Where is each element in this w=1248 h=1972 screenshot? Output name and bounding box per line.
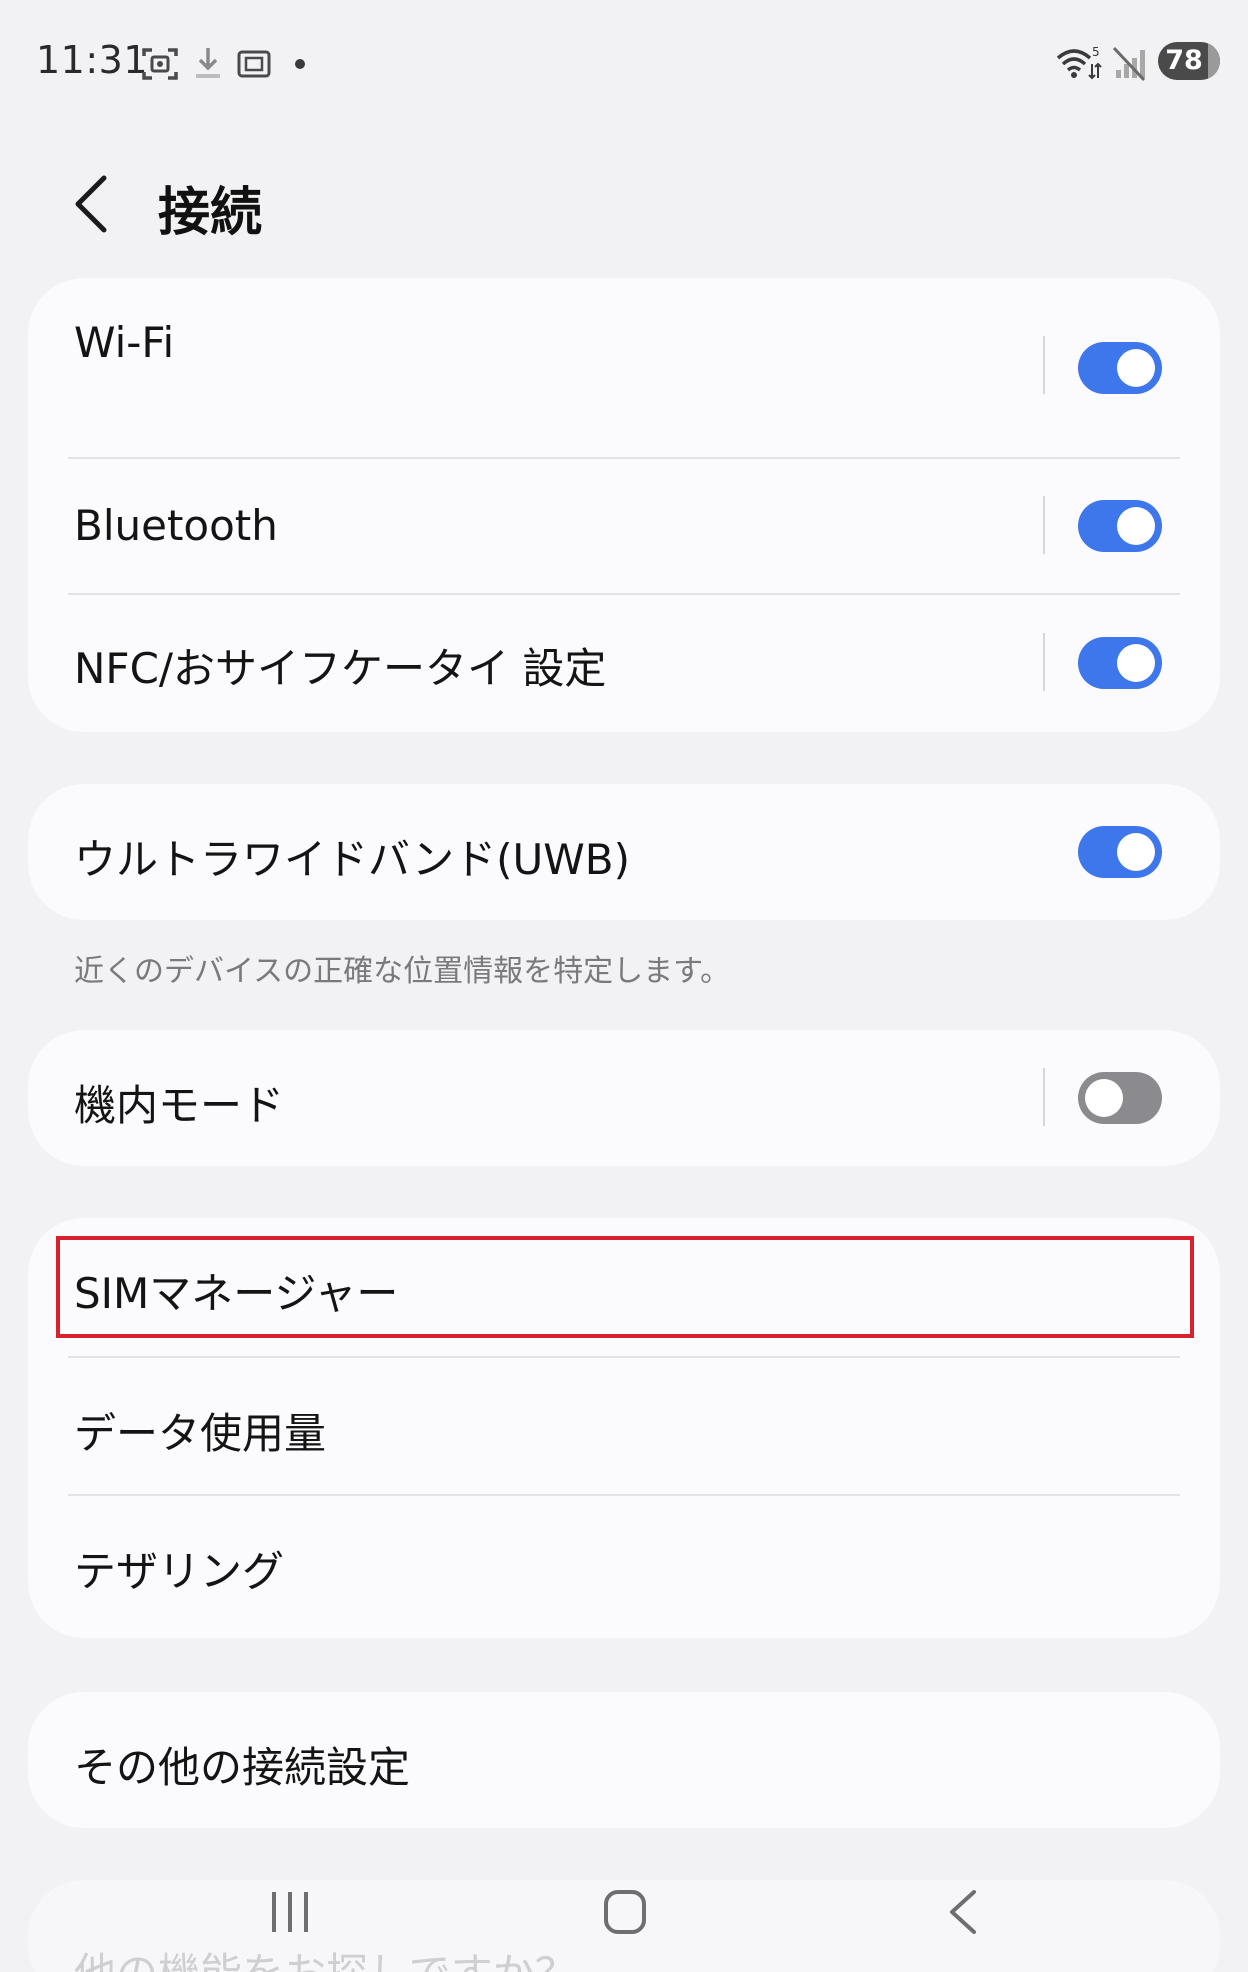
nfc-label: NFC/おサイフケータイ 設定	[74, 644, 607, 693]
data-usage-row[interactable]: データ使用量	[28, 1358, 1220, 1494]
airplane-card: 機内モード	[28, 1030, 1220, 1166]
tethering-row[interactable]: テザリング	[28, 1496, 1220, 1638]
uwb-description: 近くのデバイスの正確な位置情報を特定します。	[74, 954, 731, 989]
navigation-bar	[0, 1858, 1248, 1972]
airplane-label: 機内モード	[74, 1081, 285, 1130]
chevron-left-icon[interactable]	[60, 168, 120, 240]
nfc-row[interactable]: NFC/おサイフケータイ 設定	[28, 595, 1220, 732]
divider-vertical	[1043, 496, 1045, 554]
screen-recorder-icon	[237, 50, 271, 78]
svg-text:5: 5	[1092, 45, 1100, 59]
nfc-toggle[interactable]	[1078, 637, 1162, 689]
tethering-label: テザリング	[74, 1547, 285, 1596]
divider-vertical	[1043, 336, 1045, 394]
status-bar: 11:31 5 78	[0, 0, 1248, 120]
back-icon[interactable]	[902, 1858, 1022, 1972]
bluetooth-toggle[interactable]	[1078, 500, 1162, 552]
bluetooth-label: Bluetooth	[74, 501, 278, 550]
more-settings-label: その他の接続設定	[74, 1743, 411, 1792]
no-signal-icon	[1112, 46, 1146, 82]
battery-icon: 78	[1158, 42, 1220, 80]
wifi-icon: 5	[1056, 45, 1102, 80]
sim-manager-label: SIMマネージャー	[74, 1269, 399, 1318]
home-icon[interactable]	[565, 1858, 685, 1972]
uwb-row[interactable]: ウルトラワイドバンド(UWB)	[28, 784, 1220, 920]
sim-manager-row[interactable]: SIMマネージャー	[28, 1218, 1220, 1356]
more-card: その他の接続設定	[28, 1692, 1220, 1828]
divider-vertical	[1043, 633, 1045, 691]
airplane-toggle[interactable]	[1078, 1072, 1162, 1124]
airplane-row[interactable]: 機内モード	[28, 1030, 1220, 1166]
header: 接続	[0, 160, 1248, 250]
divider-vertical	[1043, 1068, 1045, 1126]
download-icon	[196, 48, 220, 78]
uwb-card: ウルトラワイドバンド(UWB)	[28, 784, 1220, 920]
data-usage-label: データ使用量	[74, 1409, 327, 1458]
screenshot-icon	[142, 48, 178, 80]
status-time: 11:31	[36, 38, 149, 82]
bluetooth-row[interactable]: Bluetooth	[28, 459, 1220, 593]
network-card: SIMマネージャー データ使用量 テザリング	[28, 1218, 1220, 1638]
more-settings-row[interactable]: その他の接続設定	[28, 1692, 1220, 1828]
connection-card: Wi-Fi Bluetooth NFC/おサイフケータイ 設定	[28, 278, 1220, 732]
wifi-label: Wi-Fi	[74, 318, 175, 367]
battery-level: 78	[1165, 45, 1203, 76]
wifi-toggle[interactable]	[1078, 342, 1162, 394]
uwb-label: ウルトラワイドバンド(UWB)	[74, 835, 630, 884]
uwb-toggle[interactable]	[1078, 826, 1162, 878]
recent-apps-icon[interactable]	[230, 1858, 350, 1972]
wifi-row[interactable]: Wi-Fi	[28, 278, 1220, 458]
page-title: 接続	[158, 183, 263, 243]
notification-dot-icon	[295, 59, 305, 69]
